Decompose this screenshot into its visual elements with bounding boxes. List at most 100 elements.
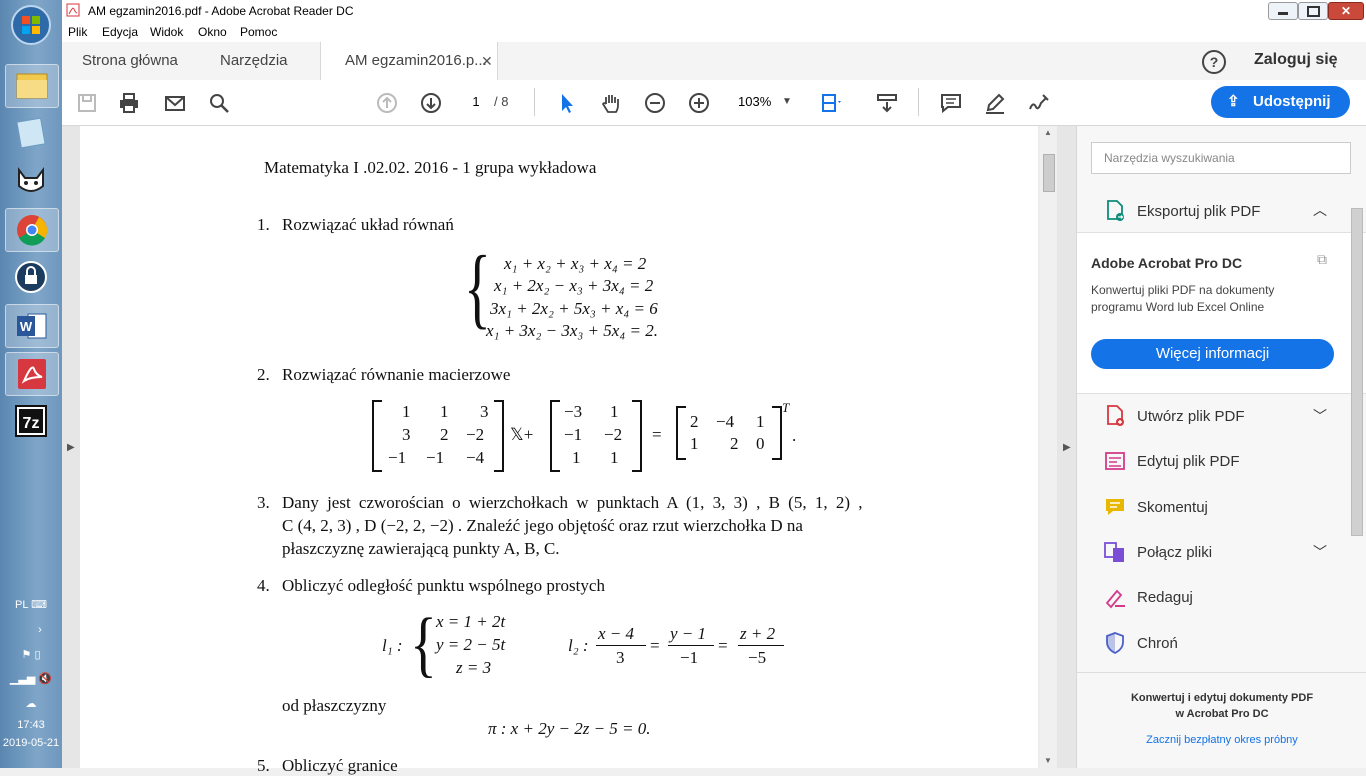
show-hidden-icons[interactable]: ›: [20, 624, 60, 636]
redact-item[interactable]: Redaguj: [1103, 582, 1193, 612]
chevron-down-icon[interactable]: ﹀: [1313, 542, 1327, 562]
problem-1-number: 1.: [257, 215, 270, 234]
export-pdf-label: Eksportuj plik PDF: [1137, 202, 1261, 220]
menu-window[interactable]: Okno: [198, 25, 227, 39]
menu-file[interactable]: Plik: [68, 25, 87, 39]
tab-document[interactable]: AM egzamin2016.p... ✕: [320, 42, 498, 81]
matrix-bracket-right: [632, 400, 642, 472]
comment-item[interactable]: Skomentuj: [1103, 492, 1208, 522]
x-plus: 𝕏+: [510, 425, 534, 444]
print-icon[interactable]: [116, 90, 142, 116]
line-1-eq-x: x = 1 + 2t: [436, 612, 506, 631]
zoom-in-icon[interactable]: [686, 90, 712, 116]
pdf-page: Matematyka I .02.02. 2016 - 1 grupa wykł…: [80, 126, 1038, 775]
taskbar-chrome[interactable]: [5, 208, 59, 252]
share-button[interactable]: ⇪ Udostępnij: [1211, 86, 1350, 118]
taskbar-notes[interactable]: [5, 112, 57, 154]
right-pane-toggle[interactable]: ▶: [1057, 126, 1076, 768]
footer-line-2: w Acrobat Pro DC: [1175, 708, 1269, 720]
tools-pane-scroll-thumb[interactable]: [1351, 208, 1363, 536]
help-icon[interactable]: ?: [1202, 50, 1226, 74]
close-button[interactable]: ✕: [1328, 2, 1364, 20]
app-pdf-icon: [66, 3, 80, 20]
matrix-bracket-left: [372, 400, 382, 472]
copy-icon[interactable]: ⧉: [1317, 251, 1327, 268]
chevron-right-icon: ▶: [1063, 442, 1071, 453]
clock-date[interactable]: 2019-05-21: [0, 737, 62, 749]
system-eq-4: x₁ + 3x₂ − 3x₃ + 5x₄ = 2.: [486, 321, 658, 340]
plane-text: od płaszczyzny: [282, 696, 387, 715]
menu-bar: Plik Edycja Widok Okno Pomoc: [62, 22, 1366, 42]
m2-cell: 1: [572, 448, 581, 467]
create-pdf-item[interactable]: Utwórz plik PDF: [1103, 401, 1245, 431]
protect-item[interactable]: Chroń: [1103, 628, 1178, 658]
promo-panel: Adobe Acrobat Pro DC ⧉ Konwertuj pliki P…: [1077, 232, 1366, 394]
taskbar-lock-app[interactable]: [5, 256, 57, 298]
menu-help[interactable]: Pomoc: [240, 25, 277, 39]
minimize-button[interactable]: [1268, 2, 1298, 20]
protect-label: Chroń: [1137, 634, 1178, 652]
line-2-label: l₂ :: [568, 636, 589, 655]
tray-flag-battery[interactable]: ⚑ ▯: [0, 648, 62, 661]
chevron-down-icon[interactable]: ﹀: [1313, 406, 1327, 426]
fraction-bar: [668, 645, 714, 646]
upload-icon[interactable]: ☁: [0, 697, 62, 710]
start-button[interactable]: [5, 3, 57, 45]
combine-files-label: Połącz pliki: [1137, 543, 1213, 561]
svg-text:W: W: [20, 319, 33, 334]
tray-network-volume[interactable]: ▁▃▅ 🔇: [0, 672, 62, 685]
taskbar-word[interactable]: W: [5, 304, 59, 348]
taskbar-explorer[interactable]: [5, 64, 59, 108]
taskbar-acrobat[interactable]: [5, 352, 59, 396]
m3-cell: 1: [756, 412, 765, 431]
menu-view[interactable]: Widok: [150, 25, 183, 39]
redact-label: Redaguj: [1137, 588, 1193, 606]
promo-text-2: programu Word lub Excel Online: [1091, 300, 1265, 314]
system-eq-1: x₁ + x₂ + x₃ + x₄ = 2: [504, 254, 647, 273]
edit-pdf-item[interactable]: Edytuj plik PDF: [1103, 446, 1240, 476]
taskbar-7zip[interactable]: 7z: [5, 400, 57, 442]
more-info-button[interactable]: Więcej informacji: [1091, 339, 1334, 369]
scroll-up-icon[interactable]: ▲: [1044, 128, 1052, 137]
left-panel-toggle[interactable]: ▶: [62, 126, 80, 768]
chevron-up-icon[interactable]: ︿: [1313, 200, 1327, 220]
clock-time[interactable]: 17:43: [0, 719, 62, 731]
tools-search-input[interactable]: Narzędzia wyszukiwania: [1091, 142, 1351, 174]
scroll-down-icon[interactable]: ▼: [1044, 756, 1052, 765]
tab-home[interactable]: Strona główna: [82, 42, 178, 80]
hand-tool-icon[interactable]: [598, 90, 624, 116]
tools-search-placeholder: Narzędzia wyszukiwania: [1104, 151, 1235, 165]
language-indicator[interactable]: PL ⌨: [0, 598, 62, 611]
menu-edit[interactable]: Edycja: [102, 25, 138, 39]
document-scrollbar[interactable]: ▲ ▼: [1040, 126, 1057, 768]
export-pdf-item[interactable]: Eksportuj plik PDF: [1103, 196, 1260, 226]
taskbar-cat-app[interactable]: [5, 160, 57, 202]
free-trial-link[interactable]: Zacznij bezpłatny okres próbny: [1077, 734, 1366, 746]
title-bar: AM egzamin2016.pdf - Adobe Acrobat Reade…: [62, 0, 1366, 23]
keyboard-icon: ⌨: [31, 599, 47, 611]
email-icon[interactable]: [162, 90, 188, 116]
m2-cell: 1: [610, 402, 619, 421]
next-page-icon[interactable]: [418, 90, 444, 116]
search-icon[interactable]: [206, 90, 232, 116]
frac1-den: 3: [616, 648, 625, 667]
highlight-pen-icon[interactable]: [982, 90, 1008, 116]
combine-files-item[interactable]: Połącz pliki: [1103, 537, 1212, 567]
scroll-mode-icon[interactable]: [874, 90, 900, 116]
sign-in-link[interactable]: Zaloguj się: [1254, 51, 1338, 69]
previous-page-icon[interactable]: [374, 90, 400, 116]
close-tab-icon[interactable]: ✕: [481, 42, 493, 80]
comment-icon[interactable]: [938, 90, 964, 116]
save-icon[interactable]: [74, 90, 100, 116]
sign-icon[interactable]: [1026, 90, 1052, 116]
promo-text-1: Konwertuj pliki PDF na dokumenty: [1091, 283, 1275, 297]
plane-equation: π : x + 2y − 2z − 5 = 0.: [488, 719, 651, 738]
page-number-input[interactable]: 1: [458, 92, 494, 112]
restore-button[interactable]: [1298, 2, 1328, 20]
select-tool-icon[interactable]: [554, 90, 580, 116]
page-fit-icon[interactable]: [818, 90, 844, 116]
scrollbar-thumb[interactable]: [1043, 154, 1055, 192]
zoom-out-icon[interactable]: [642, 90, 668, 116]
tab-tools[interactable]: Narzędzia: [220, 42, 288, 80]
zoom-dropdown[interactable]: 103% ▼: [730, 92, 798, 112]
